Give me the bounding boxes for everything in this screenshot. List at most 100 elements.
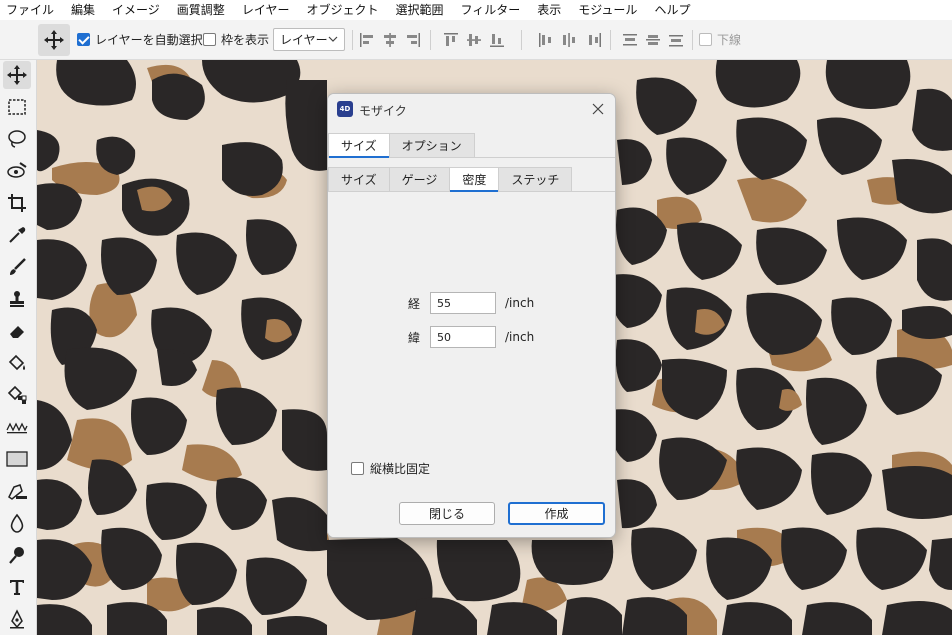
marquee-tool[interactable] xyxy=(3,93,31,121)
subtab-stitch[interactable]: ステッチ xyxy=(498,167,573,191)
subtab-size[interactable]: サイズ xyxy=(328,167,390,191)
aspect-lock-option[interactable]: 縦横比固定 xyxy=(351,460,430,477)
app-logo-icon: 4D xyxy=(337,101,353,117)
eyedropper-tool[interactable] xyxy=(3,221,31,249)
magic-select-tool[interactable] xyxy=(3,157,31,185)
menu-layer[interactable]: レイヤー xyxy=(242,0,298,20)
show-bounds-option[interactable]: 枠を表示 xyxy=(203,31,269,48)
lasso-tool[interactable] xyxy=(3,125,31,153)
separator xyxy=(521,30,522,50)
align-center-v-icon[interactable] xyxy=(464,30,484,50)
move-icon xyxy=(7,65,27,85)
dialog-close-button[interactable] xyxy=(589,100,607,118)
close-button[interactable]: 閉じる xyxy=(399,502,495,525)
chevron-down-icon xyxy=(328,36,338,42)
move-tool[interactable] xyxy=(3,61,31,89)
align-left-icon[interactable] xyxy=(357,30,377,50)
menu-bar: ファイル 編集 イメージ 画質調整 レイヤー オブジェクト 選択範囲 フィルター… xyxy=(0,0,952,20)
target-select[interactable]: レイヤー xyxy=(273,28,345,51)
distribute-bottom-icon[interactable] xyxy=(666,30,686,50)
menu-view[interactable]: 表示 xyxy=(537,0,569,20)
subtab-gauge[interactable]: ゲージ xyxy=(388,167,451,191)
drop-icon xyxy=(10,513,24,533)
type-icon xyxy=(10,580,24,595)
distribute-right-icon[interactable] xyxy=(584,30,604,50)
tab-options[interactable]: オプション xyxy=(388,133,475,157)
brush-icon xyxy=(10,258,26,275)
target-select-value: レイヤー xyxy=(280,33,328,47)
auto-select-option[interactable]: レイヤーを自動選択 xyxy=(77,31,203,48)
close-icon xyxy=(592,103,604,115)
density-panel xyxy=(328,192,615,537)
menu-file[interactable]: ファイル xyxy=(6,0,62,20)
auto-select-checkbox[interactable] xyxy=(77,33,90,46)
dialog-title: モザイク xyxy=(359,104,407,118)
wave-tool[interactable] xyxy=(3,413,31,441)
menu-edit[interactable]: 編集 xyxy=(71,0,103,20)
align-right-icon[interactable] xyxy=(403,30,423,50)
marquee-icon xyxy=(8,99,26,115)
dodge-tool[interactable] xyxy=(3,541,31,569)
auto-select-label: レイヤーを自動選択 xyxy=(95,33,203,47)
current-tool-move-icon[interactable] xyxy=(38,24,70,56)
wave-icon xyxy=(6,422,28,434)
stamp-icon xyxy=(10,291,24,307)
crop-tool[interactable] xyxy=(3,189,31,217)
dialog-titlebar[interactable]: 4D モザイク xyxy=(328,94,615,124)
separator xyxy=(352,30,353,50)
pen-icon xyxy=(8,484,27,500)
outer-tab-bar: サイズ オプション xyxy=(328,133,615,158)
path-tool[interactable] xyxy=(3,605,31,633)
align-center-h-icon[interactable] xyxy=(380,30,400,50)
subtab-density[interactable]: 密度 xyxy=(449,167,500,192)
eyedropper-icon xyxy=(9,227,26,243)
separator xyxy=(692,30,693,50)
horizontal-density-input[interactable]: 50 xyxy=(430,326,496,348)
pen-tool[interactable] xyxy=(3,477,31,505)
menu-object[interactable]: オブジェクト xyxy=(306,0,386,20)
bucket-icon xyxy=(8,354,25,371)
distribute-top-icon[interactable] xyxy=(620,30,640,50)
menu-help[interactable]: ヘルプ xyxy=(654,0,698,20)
vertical-label: 経 xyxy=(407,296,420,311)
eraser-icon xyxy=(10,326,24,338)
separator xyxy=(610,30,611,50)
horizontal-label: 緯 xyxy=(407,330,420,345)
menu-select[interactable]: 選択範囲 xyxy=(395,0,451,20)
vertical-density-row: 経 55 /inch xyxy=(400,292,534,314)
crop-icon xyxy=(8,194,26,212)
align-bottom-icon[interactable] xyxy=(487,30,507,50)
horizontal-unit: /inch xyxy=(505,330,535,344)
distribute-left-icon[interactable] xyxy=(536,30,556,50)
align-top-icon[interactable] xyxy=(441,30,461,50)
aspect-lock-label: 縦横比固定 xyxy=(370,462,431,476)
vertical-density-input[interactable]: 55 xyxy=(430,292,496,314)
lasso-icon xyxy=(8,130,26,148)
dodge-icon xyxy=(9,547,24,564)
vertical-unit: /inch xyxy=(505,296,535,310)
fill-tool[interactable] xyxy=(3,349,31,377)
tab-size[interactable]: サイズ xyxy=(328,133,390,158)
shape-tool[interactable] xyxy=(3,445,31,473)
show-bounds-checkbox[interactable] xyxy=(203,33,216,46)
menu-module[interactable]: モジュール xyxy=(578,0,645,20)
underline-checkbox[interactable] xyxy=(699,33,712,46)
menu-filter[interactable]: フィルター xyxy=(460,0,528,20)
rectangle-icon xyxy=(6,451,28,467)
underline-label: 下線 xyxy=(717,33,742,47)
distribute-center-icon[interactable] xyxy=(559,30,579,50)
eraser-tool[interactable] xyxy=(3,317,31,345)
stamp-tool[interactable] xyxy=(3,285,31,313)
menu-adjust[interactable]: 画質調整 xyxy=(177,0,233,20)
show-bounds-label: 枠を表示 xyxy=(221,33,270,47)
distribute-middle-icon[interactable] xyxy=(643,30,663,50)
brush-tool[interactable] xyxy=(3,253,31,281)
menu-image[interactable]: イメージ xyxy=(112,0,168,20)
gradient-fill-tool[interactable] xyxy=(3,381,31,409)
type-tool[interactable] xyxy=(3,573,31,601)
create-button[interactable]: 作成 xyxy=(508,502,605,525)
underline-option[interactable]: 下線 xyxy=(699,31,741,48)
aspect-lock-checkbox[interactable] xyxy=(351,462,364,475)
blur-tool[interactable] xyxy=(3,509,31,537)
mosaic-dialog: 4D モザイク サイズ オプション サイズ ゲージ 密度 ステッチ 経 55 /… xyxy=(327,93,616,538)
